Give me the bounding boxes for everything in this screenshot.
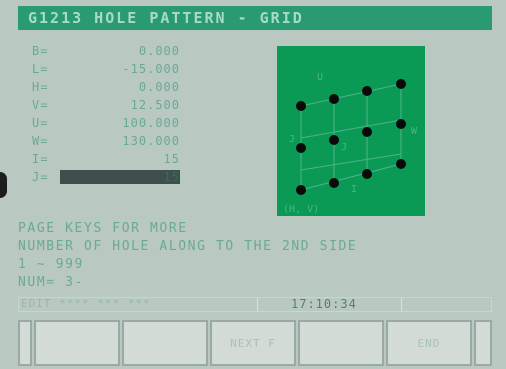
cnc-screen: G1213 HOLE PATTERN - GRID B= 0.000 L= -1…: [0, 0, 506, 369]
figure-label-origin: (H, V): [283, 204, 319, 215]
softkey-bar: NEXT F END: [18, 320, 498, 366]
softkey-1[interactable]: [34, 320, 120, 366]
param-label: J=: [32, 170, 49, 184]
cursor-indicator: [0, 172, 7, 198]
param-label: L=: [32, 62, 49, 76]
input-buffer[interactable]: NUM= 3-: [18, 275, 84, 290]
hole-marker: [329, 135, 339, 145]
screen-title: G1213 HOLE PATTERN - GRID: [18, 6, 492, 30]
param-value: 15: [163, 152, 180, 166]
status-divider: [257, 298, 258, 311]
param-row-w[interactable]: W= 130.000: [32, 134, 222, 150]
param-value-input[interactable]: 15: [60, 170, 180, 184]
figure-label-j: J: [289, 134, 295, 145]
param-value: 0.000: [138, 44, 180, 58]
status-bar: EDIT **** *** *** 17:10:34: [18, 297, 492, 312]
param-row-b[interactable]: B= 0.000: [32, 44, 222, 60]
softkey-right-arrow[interactable]: [474, 320, 492, 366]
param-label: B=: [32, 44, 49, 58]
figure-label-u: U: [317, 72, 323, 83]
param-value: 0.000: [138, 80, 180, 94]
softkey-left-arrow[interactable]: [18, 320, 32, 366]
param-label: U=: [32, 116, 49, 130]
param-row-h[interactable]: H= 0.000: [32, 80, 222, 96]
hole-marker: [396, 159, 406, 169]
param-row-u[interactable]: U= 100.000: [32, 116, 222, 132]
hole-marker: [296, 143, 306, 153]
hole-marker: [329, 94, 339, 104]
param-row-j[interactable]: J= 15: [32, 170, 222, 186]
param-label: W=: [32, 134, 49, 148]
softkey-4[interactable]: [298, 320, 384, 366]
softkey-2[interactable]: [122, 320, 208, 366]
clock: 17:10:34: [291, 297, 357, 311]
parameter-description: NUMBER OF HOLE ALONG TO THE 2ND SIDE: [18, 239, 358, 254]
softkey-next-f[interactable]: NEXT F: [210, 320, 296, 366]
param-label: V=: [32, 98, 49, 112]
param-value: 130.000: [122, 134, 180, 148]
value-range: 1 ~ 999: [18, 257, 84, 272]
hole-grid-diagram: U W J J I (H, V): [277, 46, 425, 216]
guidance-message: PAGE KEYS FOR MORE: [18, 221, 188, 236]
hole-marker: [362, 127, 372, 137]
mode-status: EDIT **** *** ***: [21, 297, 151, 310]
param-value: -15.000: [122, 62, 180, 76]
figure-label-w: W: [411, 126, 418, 137]
figure-label-i: I: [351, 184, 357, 195]
param-row-l[interactable]: L= -15.000: [32, 62, 222, 78]
hole-marker: [396, 119, 406, 129]
hole-marker: [396, 79, 406, 89]
hole-marker: [296, 185, 306, 195]
param-value: 100.000: [122, 116, 180, 130]
softkey-end[interactable]: END: [386, 320, 472, 366]
hole-marker: [296, 101, 306, 111]
hole-marker: [362, 169, 372, 179]
status-divider: [401, 298, 402, 311]
hole-marker: [329, 178, 339, 188]
param-label: I=: [32, 152, 49, 166]
param-value: 12.500: [130, 98, 180, 112]
param-row-i[interactable]: I= 15: [32, 152, 222, 168]
hole-marker: [362, 86, 372, 96]
figure-label-j-inner: J: [341, 142, 347, 153]
param-row-v[interactable]: V= 12.500: [32, 98, 222, 114]
param-label: H=: [32, 80, 49, 94]
